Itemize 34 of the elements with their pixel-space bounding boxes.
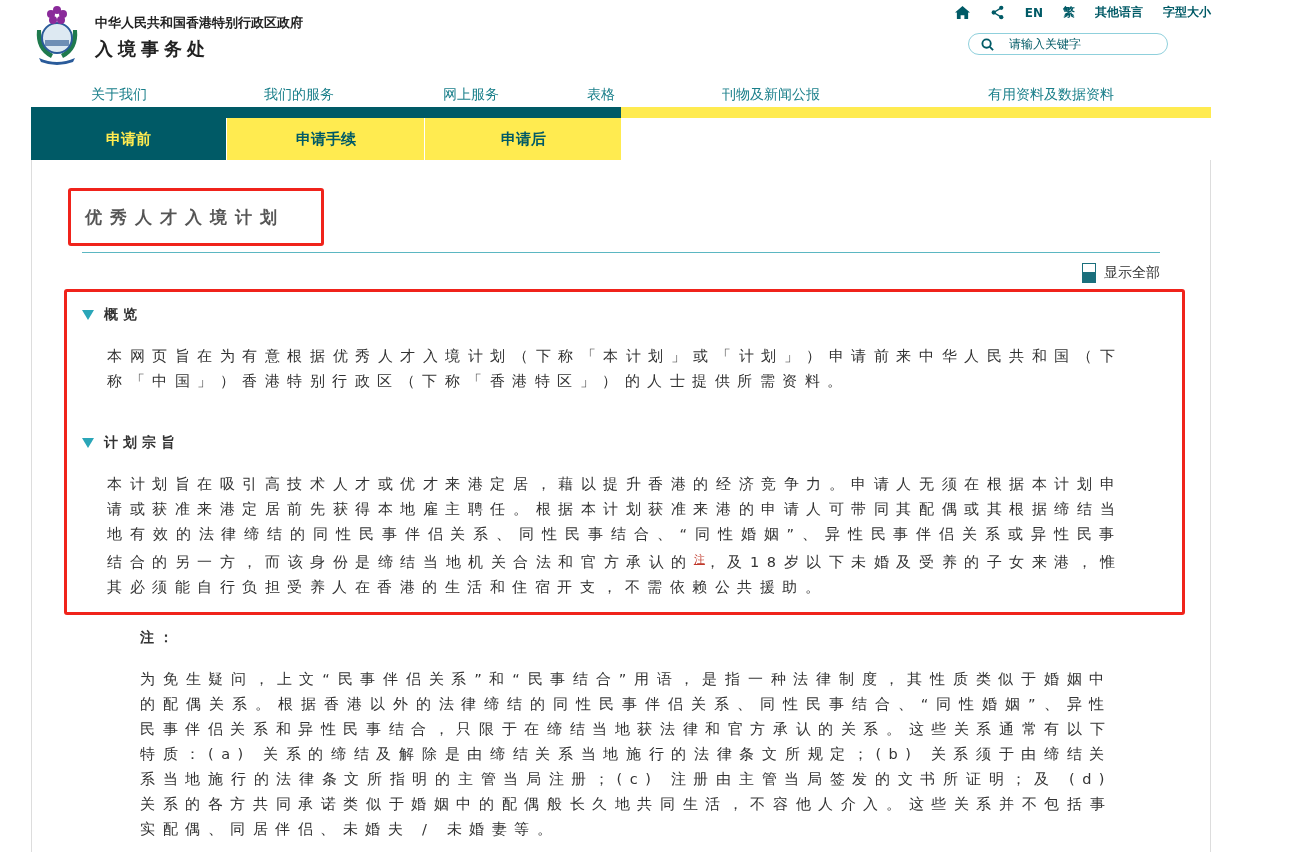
expand-all-icon <box>1082 263 1096 283</box>
note-paragraph: 为免生疑问，上文“民事伴侣关系”和“民事结合”用语，是指一种法律制度，其性质类似于婚姻中的配偶关系。根据香港以外的法律缔结的同性民事伴侣关系、同性民事结合、“同性婚姻”、异性民事伴侣关系和异性民事结合，只限于在缔结当地获法律和官方承认的关系。这些关系通常有以下特质：(a) 关系的缔结及解除是由缔结关系当地施行的法律条文所规定；(b) 关系须于由缔结关系当地施行的法律条文所指明的主管当局注册；(c) 注册由主管当局签发的文书所证明；及 (d) 关系的各方共同承诺类似于婚姻中的配偶般长久地共同生活，不容他人介入。这些关系并不包括事实配偶、同居伴侣、未婚夫 / 未婚妻等。 <box>140 670 1112 839</box>
note-label: 注： <box>140 629 179 647</box>
section-heading-label: 计划宗旨 <box>104 434 180 452</box>
nav-link[interactable]: 关于我们 <box>90 85 147 104</box>
note-link[interactable]: 注 <box>693 553 705 566</box>
nav-link[interactable]: 我们的服务 <box>263 85 334 104</box>
sub-tab[interactable]: 申请前 <box>31 118 226 160</box>
show-all-label: 显示全部 <box>1104 264 1160 282</box>
triangle-down-icon <box>82 309 94 321</box>
nav-link[interactable]: 刊物及新闻公报 <box>722 85 820 104</box>
search-icon <box>981 38 994 51</box>
home-icon[interactable] <box>954 5 970 20</box>
department-name: 入境事务处 <box>95 37 211 61</box>
page-title: 优秀人才入境计划 <box>85 206 285 229</box>
section-heading[interactable]: 概览 <box>82 306 142 324</box>
utility-link[interactable]: 其他语言 <box>1095 4 1143 21</box>
government-name: 中华人民共和国香港特别行政区政府 <box>95 14 303 32</box>
utility-link[interactable]: 字型大小 <box>1163 4 1211 21</box>
nav-link[interactable]: 有用资料及数据资料 <box>988 85 1114 104</box>
section-heading-label: 概览 <box>104 306 142 324</box>
nav-link[interactable]: 表格 <box>587 85 615 104</box>
utility-link[interactable]: 繁 <box>1063 4 1075 21</box>
show-all-link[interactable]: 显示全部 <box>1082 263 1160 283</box>
section-heading[interactable]: 计划宗旨 <box>82 434 180 452</box>
triangle-down-icon <box>82 437 94 449</box>
sub-tab[interactable]: 申请后 <box>425 118 621 160</box>
share-icon[interactable] <box>989 5 1005 20</box>
search-field[interactable]: 请输入关键字 <box>968 33 1168 55</box>
utility-link[interactable]: EN <box>1024 5 1043 20</box>
body-paragraph: 本计划旨在吸引高技术人才或优才来港定居，藉以提升香港的经济竞争力。申请人无须在根据本计划申请或获准来港定居前先获得本地雇主聘任。根据本计划获准来港的申请人可带同其配偶或其根据缔结当地有效的法律缔结的同性民事伴侣关系、同性民事结合、“同性婚姻”、异性民事伴侣关系或异性民事结合的另一方，而该身份是缔结当地机关合法和官方承认的$^{注}$，及18岁以下未婚及受养的子女来港，惟其必须能自行负担受养人在香港的生活和住宿开支，不需依赖公共援助。 <box>107 475 1122 597</box>
nav-link[interactable]: 网上服务 <box>443 85 499 104</box>
sub-tab[interactable]: 申请手续 <box>227 118 424 160</box>
body-paragraph: 本网页旨在为有意根据优秀人才入境计划（下称「本计划」或「计划」）申请前来中华人民共和国（下称「中国」）香港特别行政区（下称「香港特区」）的人士提供所需资料。 <box>107 347 1122 391</box>
